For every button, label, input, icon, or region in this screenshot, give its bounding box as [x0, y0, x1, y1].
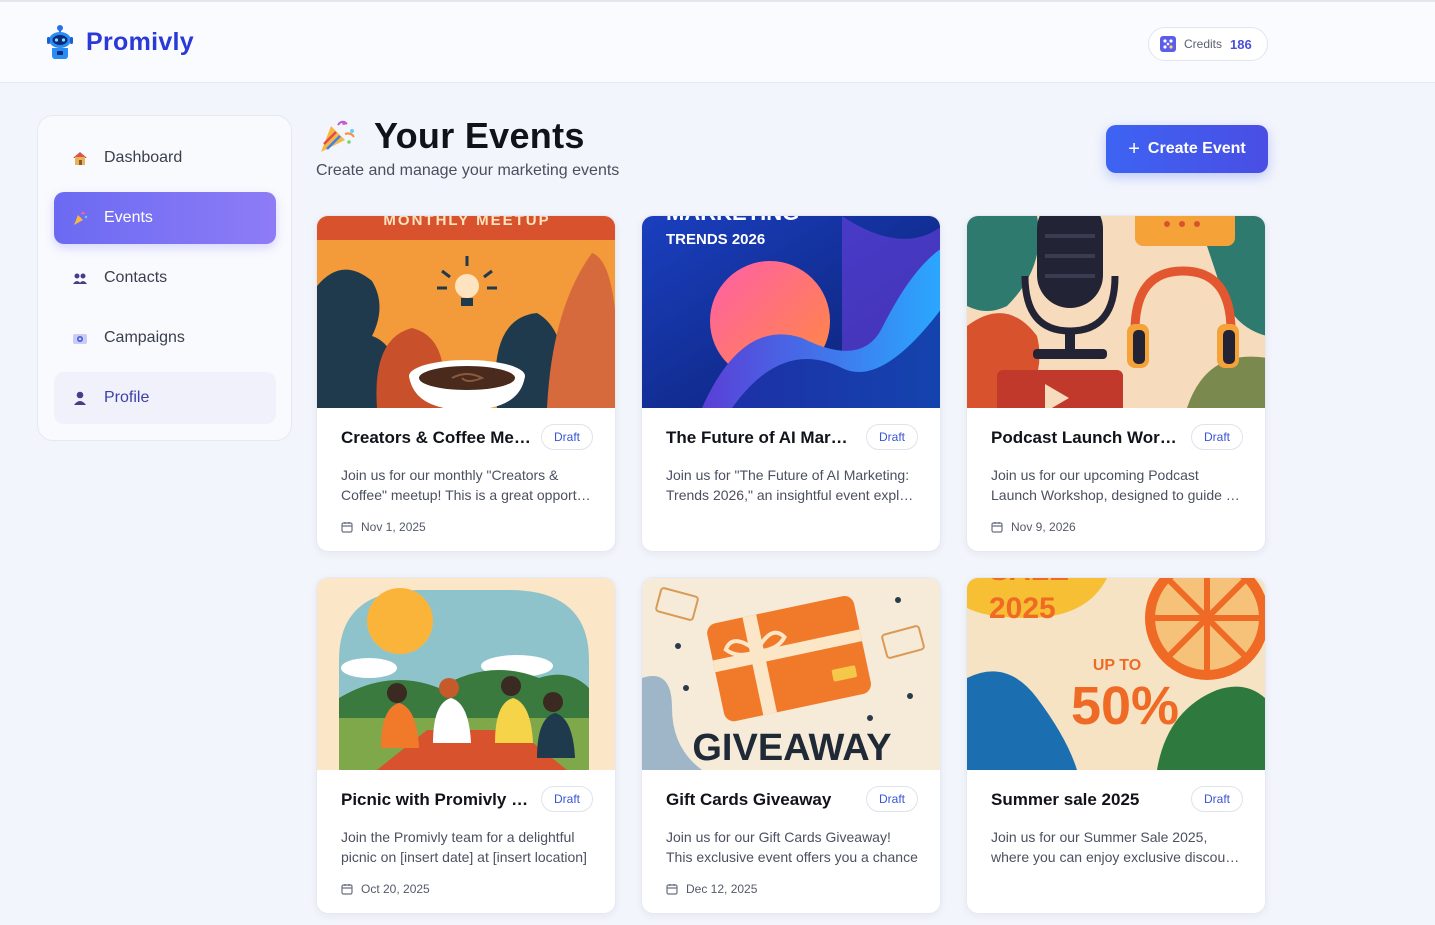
- event-description: Join us for our monthly "Creators & Coff…: [341, 465, 593, 505]
- calendar-icon: [991, 522, 1003, 533]
- event-description-line: Join the Promivly team for a delightful: [341, 829, 575, 845]
- camera-icon: [73, 334, 87, 344]
- calendar-icon: [341, 522, 353, 533]
- sidebar-item-label: Profile: [104, 389, 150, 406]
- sidebar-item-contacts[interactable]: Contacts: [54, 252, 276, 304]
- sidebar-item-label: Campaigns: [104, 329, 185, 346]
- image-caption: GIVEAWAY: [692, 727, 891, 769]
- image-caption: UP TO: [1093, 657, 1141, 674]
- event-card[interactable]: MONTHLY MEETUP Creators & Coffee Meetup …: [316, 215, 616, 552]
- logo[interactable]: Promivly: [44, 24, 194, 60]
- calendar-icon: [341, 884, 353, 895]
- event-description-line: This exclusive event offers you a chance: [666, 849, 918, 865]
- event-title: The Future of AI Marketing: Trends 2026: [666, 428, 856, 447]
- party-popper-icon: [321, 120, 355, 152]
- status-badge: Draft: [541, 786, 593, 812]
- status-badge: Draft: [866, 424, 918, 450]
- calendar-icon: [666, 884, 678, 895]
- status-badge: Draft: [1191, 786, 1243, 812]
- house-icon: [73, 152, 87, 165]
- create-event-button[interactable]: + Create Event: [1106, 125, 1268, 173]
- sidebar-item-profile[interactable]: Profile: [54, 372, 276, 424]
- event-description-line: Join us for our monthly "Creators &: [341, 467, 559, 483]
- event-description: Join us for our Summer Sale 2025, where …: [991, 827, 1243, 867]
- event-description: Join us for our upcoming Podcast Launch …: [991, 465, 1243, 505]
- event-description-line: Join us for "The Future of AI Marketing:: [666, 467, 910, 483]
- create-event-label: Create Event: [1147, 140, 1246, 157]
- sidebar: Dashboard Events Contacts Campaigns Prof…: [37, 115, 292, 441]
- plus-icon: +: [1128, 138, 1140, 160]
- event-title: Summer sale 2025: [991, 790, 1140, 809]
- event-description: Join us for our Gift Cards Giveaway! Thi…: [666, 827, 918, 867]
- event-card[interactable]: Podcast Launch Workshop Draft Join us fo…: [966, 215, 1266, 552]
- top-bar: Promivly Credits 186: [0, 0, 1435, 83]
- event-title: Creators & Coffee Meetup: [341, 428, 531, 447]
- event-description: Join the Promivly team for a delightful …: [341, 827, 593, 867]
- sidebar-item-label: Contacts: [104, 269, 168, 286]
- event-date: Nov 1, 2025: [341, 520, 426, 534]
- event-date-text: Nov 1, 2025: [361, 520, 426, 534]
- robot-logo-icon: [47, 25, 73, 59]
- event-date-text: Nov 9, 2026: [1011, 520, 1076, 534]
- user-icon: [74, 391, 86, 405]
- event-date: Dec 12, 2025: [666, 882, 757, 896]
- event-card[interactable]: SALE 2025 UP TO 50% Summer sale 2025 Dra…: [966, 577, 1266, 914]
- people-icon: [73, 273, 87, 284]
- sidebar-item-label: Dashboard: [104, 149, 183, 166]
- image-caption: TRENDS 2026: [666, 231, 765, 248]
- image-caption: 2025: [989, 592, 1056, 625]
- image-caption: MARKETING: [666, 216, 799, 225]
- status-badge: Draft: [1191, 424, 1243, 450]
- page-subtitle: Create and manage your marketing events: [316, 162, 620, 179]
- event-image: GIVEAWAY: [642, 578, 940, 770]
- event-date-text: Dec 12, 2025: [686, 882, 758, 896]
- app-name: Promivly: [86, 27, 195, 56]
- event-card[interactable]: Picnic with Promivly Team Draft Join the…: [316, 577, 616, 914]
- event-description-line: Launch Workshop, designed to guide aspir…: [991, 487, 1243, 503]
- event-date: Nov 9, 2026: [991, 520, 1076, 534]
- sidebar-item-events[interactable]: Events: [54, 192, 276, 244]
- sidebar-item-dashboard[interactable]: Dashboard: [54, 132, 276, 184]
- event-image: [317, 578, 615, 770]
- event-image: [967, 216, 1265, 408]
- event-description: Join us for "The Future of AI Marketing:…: [666, 465, 918, 505]
- credits-value: 186: [1230, 36, 1252, 52]
- sidebar-item-campaigns[interactable]: Campaigns: [54, 312, 276, 364]
- image-caption: 50%: [1071, 676, 1179, 736]
- credits-icon: [1160, 36, 1176, 52]
- event-title: Podcast Launch Workshop: [991, 428, 1181, 447]
- event-image: MONTHLY MEETUP: [317, 216, 615, 408]
- event-date: Oct 20, 2025: [341, 882, 430, 896]
- credits-label: Credits: [1184, 37, 1223, 51]
- credits-badge[interactable]: Credits 186: [1148, 27, 1268, 61]
- page-title: Your Events: [374, 115, 585, 156]
- event-description-line: where you can enjoy exclusive discounts: [991, 849, 1243, 865]
- image-caption: MONTHLY MEETUP: [383, 216, 550, 229]
- event-image: SALE 2025 UP TO 50%: [967, 578, 1265, 770]
- party-popper-icon: [74, 211, 88, 225]
- event-card[interactable]: GIVEAWAY Gift Cards Giveaway Draft Join …: [641, 577, 941, 914]
- event-date-text: Oct 20, 2025: [361, 882, 430, 896]
- page-header: Your Events: [318, 115, 585, 157]
- event-description-line: Trends 2026," an insightful event explor…: [666, 487, 918, 503]
- event-description-line: Coffee" meetup! This is a great opportun…: [341, 487, 593, 503]
- event-title: Gift Cards Giveaway: [666, 790, 832, 809]
- event-card[interactable]: MARKETING TRENDS 2026 The Future of AI M…: [641, 215, 941, 552]
- image-caption: SALE: [989, 578, 1069, 587]
- event-title: Picnic with Promivly Team: [341, 790, 531, 809]
- event-description-line: Join us for our Summer Sale 2025,: [991, 829, 1208, 845]
- event-description-line: picnic on [insert date] at [insert locat…: [341, 849, 587, 865]
- event-description-line: Join us for our Gift Cards Giveaway!: [666, 829, 891, 845]
- status-badge: Draft: [866, 786, 918, 812]
- status-badge: Draft: [541, 424, 593, 450]
- event-description-line: Join us for our upcoming Podcast: [991, 467, 1199, 483]
- sidebar-item-label: Events: [104, 209, 153, 226]
- event-image: MARKETING TRENDS 2026: [642, 216, 940, 408]
